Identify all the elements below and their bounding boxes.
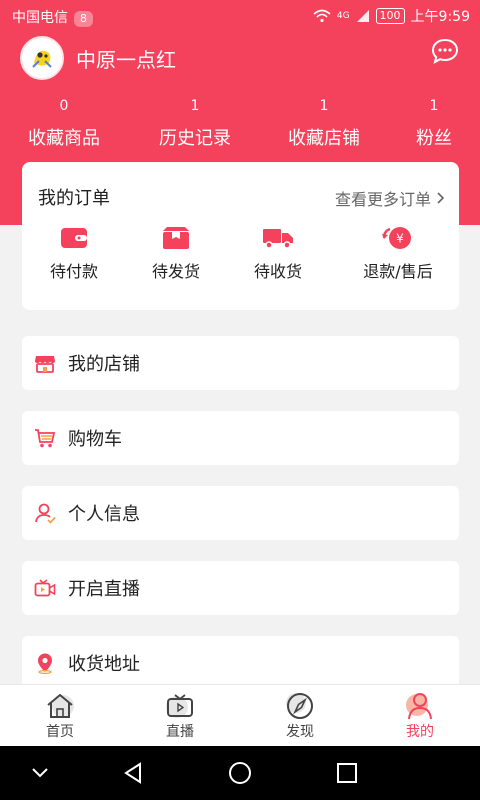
profile-row[interactable]: 中原一点红 <box>20 36 176 80</box>
stat-label: 历史记录 <box>159 128 231 149</box>
menu-shipping-address[interactable]: 收货地址 <box>22 636 459 690</box>
tv-icon <box>166 694 193 718</box>
signal-icon <box>356 10 369 22</box>
nav-back-button[interactable] <box>120 760 146 786</box>
stat-favorite-products[interactable]: 0 收藏商品 <box>14 98 114 150</box>
svg-text:¥: ¥ <box>396 232 404 246</box>
tab-label: 首页 <box>46 724 74 740</box>
message-icon[interactable] <box>430 36 460 66</box>
view-more-orders-link[interactable]: 查看更多订单 <box>335 186 445 210</box>
stat-label: 收藏店铺 <box>288 128 360 149</box>
bottom-tab-bar: 首页 直播 发现 我的 <box>0 684 480 746</box>
stat-count: 1 <box>429 98 439 114</box>
shop-icon <box>35 356 55 373</box>
order-card: 我的订单 查看更多订单 待付款 待发货 待收货 ¥ 退款/售后 <box>22 162 459 310</box>
user-icon <box>35 503 56 524</box>
status-bar: 中国电信 8 4G 100 上午9:59 <box>0 0 480 32</box>
nav-hide-button[interactable] <box>27 760 53 786</box>
tab-live[interactable]: 直播 <box>135 691 225 741</box>
stat-count: 0 <box>59 98 69 114</box>
notification-badge: 8 <box>74 11 93 27</box>
order-title: 我的订单 <box>38 188 110 209</box>
tab-home[interactable]: 首页 <box>15 691 105 741</box>
stat-count: 1 <box>190 98 200 114</box>
menu-my-shop[interactable]: 我的店铺 <box>22 336 459 390</box>
order-item-label: 退款/售后 <box>363 262 433 281</box>
menu-label: 购物车 <box>68 429 122 450</box>
tab-mine[interactable]: 我的 <box>375 691 465 741</box>
menu-label: 个人信息 <box>68 504 140 525</box>
nav-home-button[interactable] <box>227 760 253 786</box>
order-refund-aftersale[interactable]: ¥ 退款/售后 <box>340 220 456 282</box>
tab-label: 我的 <box>406 724 434 740</box>
menu-label: 收货地址 <box>68 654 140 675</box>
menu-cart[interactable]: 购物车 <box>22 411 459 465</box>
tab-label: 发现 <box>286 724 314 740</box>
stat-count: 1 <box>319 98 329 114</box>
package-icon <box>163 227 189 249</box>
refund-icon: ¥ <box>382 227 411 249</box>
carrier-name: 中国电信 <box>12 10 68 26</box>
profile-icon <box>406 693 432 720</box>
stat-favorite-shops[interactable]: 1 收藏店铺 <box>274 98 374 150</box>
carrier-label: 中国电信 8 <box>12 7 93 27</box>
menu-start-live[interactable]: 开启直播 <box>22 561 459 615</box>
stat-label: 收藏商品 <box>28 128 100 149</box>
tab-discover[interactable]: 发现 <box>255 691 345 741</box>
order-pending-receipt[interactable]: 待收货 <box>228 220 328 282</box>
menu-label: 开启直播 <box>68 579 140 600</box>
menu-personal-info[interactable]: 个人信息 <box>22 486 459 540</box>
avatar-cartoon-icon <box>26 42 58 74</box>
network-type: 4G <box>336 11 350 21</box>
stat-history[interactable]: 1 历史记录 <box>145 98 245 150</box>
back-triangle-icon <box>124 762 141 784</box>
truck-icon <box>263 229 293 249</box>
wallet-icon <box>61 228 87 248</box>
clock: 上午9:59 <box>410 9 470 25</box>
stat-fans[interactable]: 1 粉丝 <box>404 98 464 150</box>
chevron-down-icon <box>32 768 48 778</box>
stats-row: 0 收藏商品 1 历史记录 1 收藏店铺 1 粉丝 <box>0 98 480 158</box>
recents-square-icon <box>337 763 357 783</box>
compass-icon <box>286 693 313 719</box>
wifi-icon <box>313 9 331 23</box>
username: 中原一点红 <box>76 47 176 72</box>
system-nav-bar <box>0 746 480 800</box>
chevron-right-icon <box>437 192 445 204</box>
battery-indicator: 100 <box>375 8 405 24</box>
nav-recents-button[interactable] <box>334 760 360 786</box>
menu-label: 我的店铺 <box>68 354 140 375</box>
home-icon <box>47 693 74 718</box>
order-item-label: 待发货 <box>151 262 200 281</box>
order-pending-shipment[interactable]: 待发货 <box>126 220 226 282</box>
cart-icon <box>35 429 56 448</box>
live-camera-icon <box>34 579 56 597</box>
order-pending-payment[interactable]: 待付款 <box>24 220 124 282</box>
home-circle-icon <box>229 762 251 784</box>
location-icon <box>38 653 52 674</box>
status-right: 4G 100 上午9:59 <box>313 6 470 26</box>
stat-label: 粉丝 <box>416 128 452 149</box>
order-item-label: 待付款 <box>49 262 98 281</box>
order-item-label: 待收货 <box>253 262 302 281</box>
avatar[interactable] <box>20 36 64 80</box>
view-more-label: 查看更多订单 <box>334 190 431 209</box>
tab-label: 直播 <box>166 724 194 740</box>
